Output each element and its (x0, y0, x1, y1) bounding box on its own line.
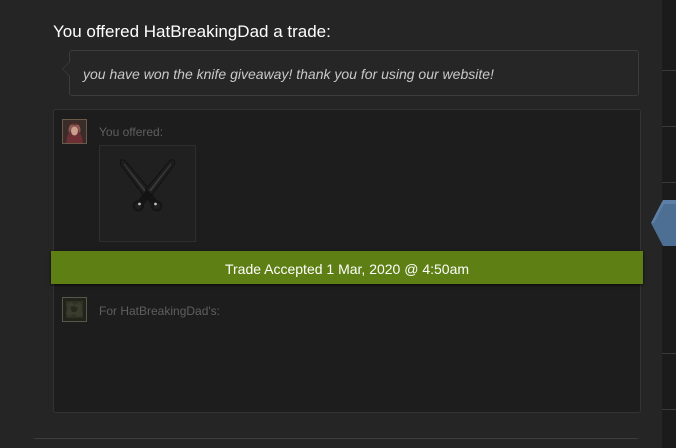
rail-divider (662, 182, 676, 183)
offer-message-text: you have won the knife giveaway! thank y… (83, 66, 494, 82)
shadow-daggers-knife-icon (119, 159, 176, 212)
rail-divider (662, 70, 676, 71)
your-offer-label: You offered: (99, 125, 164, 139)
rail-divider (662, 126, 676, 127)
section-divider (34, 438, 638, 439)
partner-avatar[interactable] (62, 297, 87, 322)
trade-status-banner: Trade Accepted 1 Mar, 2020 @ 4:50am (51, 251, 643, 284)
message-notch-inner (63, 62, 70, 76)
item-slot-knife[interactable] (99, 145, 196, 242)
rail-divider (662, 409, 676, 410)
your-avatar[interactable] (62, 119, 87, 144)
partner-offer-label: For HatBreakingDad's: (99, 304, 221, 318)
offer-message-box: you have won the knife giveaway! thank y… (62, 50, 639, 96)
nav-arrow-icon[interactable] (650, 198, 676, 248)
rail-divider (662, 353, 676, 354)
trade-offer-title: You offered HatBreakingDad a trade: (53, 22, 331, 41)
